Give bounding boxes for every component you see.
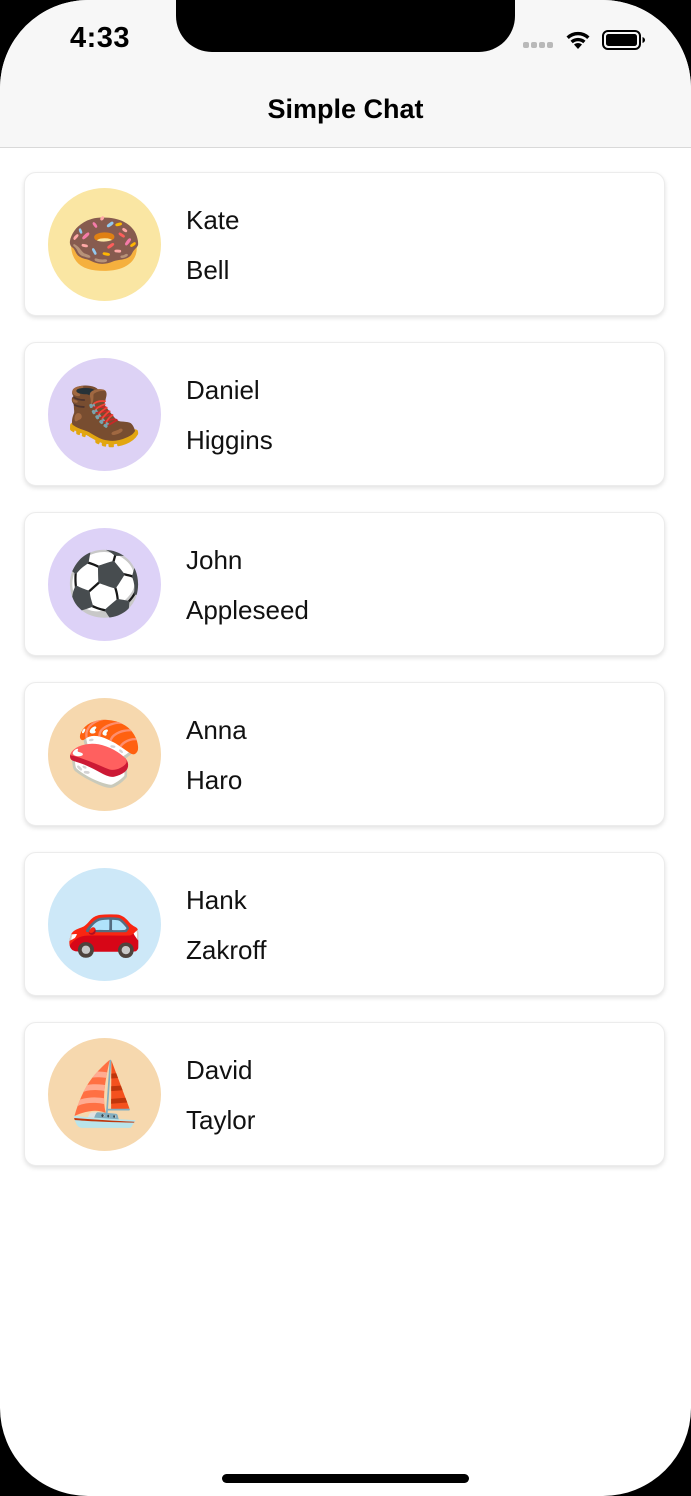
- phone-screen: 4:33 Simple Chat 🍩 Kate Bell 🥾 Daniel Hi…: [0, 0, 691, 1496]
- wifi-icon: [566, 31, 590, 49]
- contact-card[interactable]: ⛵ David Taylor: [24, 1022, 665, 1166]
- contact-last-name: Higgins: [186, 425, 273, 455]
- hiking-boot-icon: 🥾: [48, 358, 161, 471]
- contact-card[interactable]: 🥾 Daniel Higgins: [24, 342, 665, 486]
- contact-last-name: Zakroff: [186, 935, 267, 965]
- contact-list: 🍩 Kate Bell 🥾 Daniel Higgins ⚽ John Appl…: [24, 172, 665, 1192]
- contact-first-name: Kate: [186, 205, 240, 235]
- soccer-ball-icon: ⚽: [48, 528, 161, 641]
- contact-last-name: Appleseed: [186, 595, 309, 625]
- device-notch: [176, 0, 515, 52]
- sushi-icon: 🍣: [48, 698, 161, 811]
- doughnut-icon: 🍩: [48, 188, 161, 301]
- contact-first-name: Anna: [186, 715, 247, 745]
- contact-last-name: Bell: [186, 255, 230, 285]
- contact-first-name: David: [186, 1055, 253, 1085]
- home-indicator[interactable]: [222, 1474, 469, 1483]
- cellular-signal-icon: [523, 42, 553, 48]
- contact-first-name: Hank: [186, 885, 247, 915]
- contact-card[interactable]: ⚽ John Appleseed: [24, 512, 665, 656]
- status-time: 4:33: [70, 22, 131, 54]
- page-title: Simple Chat: [267, 94, 424, 124]
- contact-first-name: John: [186, 545, 243, 575]
- contact-last-name: Haro: [186, 765, 243, 795]
- contact-card[interactable]: 🚗 Hank Zakroff: [24, 852, 665, 996]
- contact-last-name: Taylor: [186, 1105, 256, 1135]
- contact-card[interactable]: 🍣 Anna Haro: [24, 682, 665, 826]
- battery-icon: [602, 30, 645, 50]
- contact-first-name: Daniel: [186, 375, 260, 405]
- contact-card[interactable]: 🍩 Kate Bell: [24, 172, 665, 316]
- sailboat-icon: ⛵: [48, 1038, 161, 1151]
- status-icons: [520, 26, 650, 52]
- navigation-header: 4:33 Simple Chat: [0, 0, 691, 148]
- car-icon: 🚗: [48, 868, 161, 981]
